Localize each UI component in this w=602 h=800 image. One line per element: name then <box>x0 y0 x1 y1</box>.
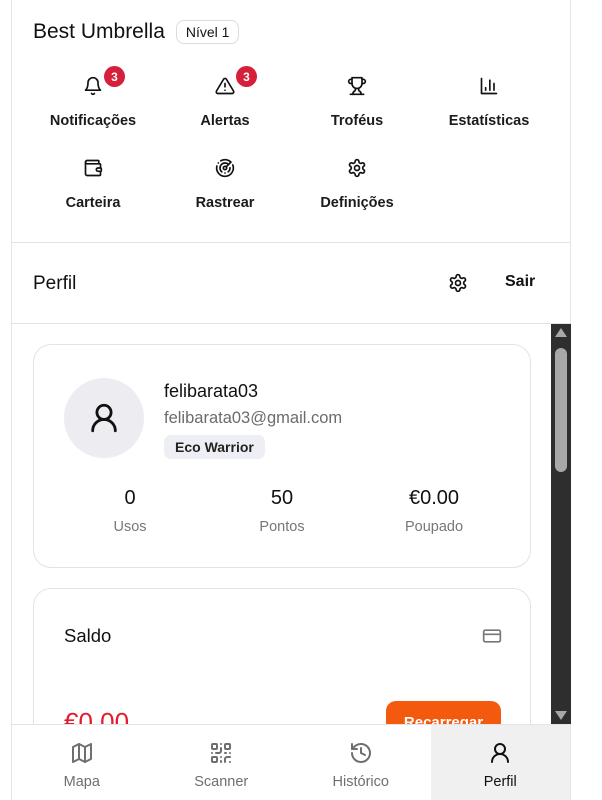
radar-icon <box>215 158 235 178</box>
user-icon <box>91 403 117 433</box>
nav-item-label: Mapa <box>63 774 100 790</box>
profile-card: felibarata03 felibarata03@gmail.com Eco … <box>33 344 531 568</box>
level-badge: Nível 1 <box>175 20 240 44</box>
nav-item-scanner[interactable]: Scanner <box>152 725 292 800</box>
app-title: Best Umbrella <box>33 20 165 43</box>
header: Best Umbrella Nível 1 3 Notificações 3 A… <box>12 0 570 243</box>
menu-item-alertas[interactable]: 3 Alertas <box>160 66 290 129</box>
recharge-button[interactable]: Recarregar <box>386 701 501 724</box>
menu-item-carteira[interactable]: Carteira <box>28 158 158 211</box>
profile-title: Perfil <box>33 273 77 294</box>
menu-item-trofeus[interactable]: Troféus <box>292 76 422 129</box>
profile-bar: Perfil Sair <box>12 243 570 324</box>
bottom-nav: Mapa Scanner Histórico Perfil <box>12 724 570 800</box>
menu-item-label: Estatísticas <box>448 113 530 129</box>
nav-item-historico[interactable]: Histórico <box>291 725 431 800</box>
user-icon <box>491 743 510 763</box>
bell-icon <box>84 76 102 96</box>
menu-item-definicoes[interactable]: Definições <box>292 158 422 211</box>
stat-label: Pontos <box>259 519 305 535</box>
credit-card-icon <box>482 629 502 643</box>
logout-button[interactable]: Sair <box>505 273 535 291</box>
nav-item-label: Perfil <box>483 774 517 790</box>
qr-code-icon <box>211 743 232 764</box>
map-icon <box>71 743 92 763</box>
balance-title: Saldo <box>64 625 112 646</box>
stat-poupado: €0.00 Poupado <box>364 487 504 535</box>
app-frame: Best Umbrella Nível 1 3 Notificações 3 A… <box>11 0 571 800</box>
stat-value: 50 <box>270 487 294 509</box>
menu-item-label: Definições <box>320 195 394 211</box>
nav-item-mapa[interactable]: Mapa <box>12 725 152 800</box>
alert-count-badge: 3 <box>236 66 257 87</box>
warning-icon <box>215 77 235 95</box>
settings-gear-icon[interactable] <box>448 273 468 293</box>
stat-pontos: 50 Pontos <box>212 487 352 535</box>
stat-label: Poupado <box>404 519 464 535</box>
stat-value: €0.00 <box>408 487 460 509</box>
username: felibarata03 <box>164 381 259 401</box>
trophy-icon <box>347 76 367 96</box>
gear-icon <box>348 158 366 178</box>
menu-item-label: Rastrear <box>195 195 255 211</box>
menu-item-notificacoes[interactable]: 3 Notificações <box>28 66 158 129</box>
avatar <box>64 378 144 458</box>
app: Best Umbrella Nível 1 3 Notificações 3 A… <box>0 0 602 800</box>
stat-usos: 0 Usos <box>60 487 200 535</box>
stat-label: Usos <box>113 519 147 535</box>
nav-item-label: Histórico <box>332 774 389 790</box>
history-icon <box>350 743 371 763</box>
nav-item-perfil[interactable]: Perfil <box>430 725 570 800</box>
balance-card: Saldo €0.00 Recarregar <box>33 588 531 724</box>
eco-warrior-badge: Eco Warrior <box>164 435 265 459</box>
menu-item-label: Alertas <box>200 113 250 129</box>
menu-item-label: Notificações <box>49 113 137 129</box>
wallet-icon <box>84 159 103 177</box>
nav-item-label: Scanner <box>194 774 249 790</box>
menu-item-label: Carteira <box>65 195 121 211</box>
email: felibarata03@gmail.com <box>164 409 343 427</box>
notification-count-badge: 3 <box>104 66 125 87</box>
scroll-up-arrow-icon[interactable] <box>555 328 567 337</box>
scrollbar-thumb[interactable] <box>555 348 567 472</box>
menu-item-estatisticas[interactable]: Estatísticas <box>424 76 554 129</box>
title-row: Best Umbrella Nível 1 <box>33 20 240 44</box>
content-scrollbar[interactable] <box>551 324 571 724</box>
menu-item-rastrear[interactable]: Rastrear <box>160 158 290 211</box>
scroll-down-arrow-icon[interactable] <box>555 711 567 720</box>
menu-item-label: Troféus <box>330 113 384 129</box>
bar-chart-icon <box>480 77 498 95</box>
stat-value: 0 <box>124 487 136 509</box>
profile-content: felibarata03 felibarata03@gmail.com Eco … <box>12 324 570 724</box>
balance-value: €0.00 <box>64 707 130 724</box>
